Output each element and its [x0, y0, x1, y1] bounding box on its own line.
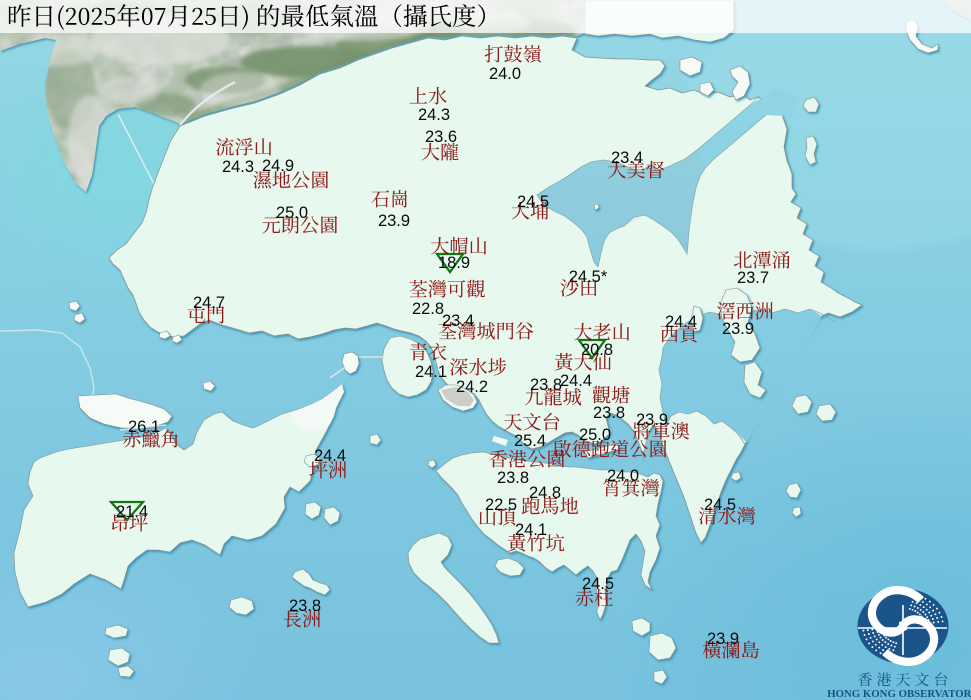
svg-text:23.4: 23.4	[611, 149, 643, 167]
svg-text:23.6: 23.6	[425, 128, 457, 146]
svg-text:22.8: 22.8	[412, 300, 444, 318]
svg-text:23.7: 23.7	[737, 269, 769, 287]
svg-text:24.0: 24.0	[489, 65, 521, 83]
svg-text:24.0: 24.0	[607, 467, 639, 485]
svg-text:24.8: 24.8	[529, 484, 561, 502]
svg-text:23.9: 23.9	[378, 212, 410, 230]
svg-text:HONG KONG OBSERVATORY: HONG KONG OBSERVATORY	[827, 688, 971, 700]
svg-text:24.5: 24.5	[582, 575, 614, 593]
svg-text:24.9: 24.9	[262, 157, 294, 175]
svg-text:24.3: 24.3	[418, 106, 450, 124]
svg-text:24.7: 24.7	[193, 294, 225, 312]
svg-text:23.9: 23.9	[636, 411, 668, 429]
svg-text:21.4: 21.4	[116, 503, 148, 521]
svg-text:24.3: 24.3	[222, 158, 254, 176]
svg-text:25.0: 25.0	[276, 204, 308, 222]
svg-text:23.9: 23.9	[722, 320, 754, 338]
svg-text:26.1: 26.1	[128, 418, 160, 436]
svg-text:23.4: 23.4	[442, 312, 474, 330]
svg-text:18.9: 18.9	[438, 254, 470, 272]
svg-text:24.5: 24.5	[704, 496, 736, 514]
svg-text:24.1: 24.1	[415, 363, 447, 381]
svg-text:23.8: 23.8	[497, 469, 529, 487]
svg-text:23.8: 23.8	[289, 597, 321, 615]
svg-text:24.4: 24.4	[314, 447, 346, 465]
svg-text:24.1: 24.1	[515, 521, 547, 539]
svg-text:24.5: 24.5	[517, 193, 549, 211]
svg-text:23.8: 23.8	[530, 376, 562, 394]
svg-text:25.0: 25.0	[579, 426, 611, 444]
svg-text:24.5*: 24.5*	[569, 268, 608, 286]
svg-text:23.8: 23.8	[593, 404, 625, 422]
svg-text:24.4: 24.4	[665, 313, 697, 331]
svg-text:25.4: 25.4	[514, 432, 546, 450]
svg-text:24.2: 24.2	[456, 378, 488, 396]
svg-text:23.9: 23.9	[707, 630, 739, 648]
svg-text:22.5: 22.5	[485, 496, 517, 514]
svg-text:24.4: 24.4	[560, 372, 592, 390]
